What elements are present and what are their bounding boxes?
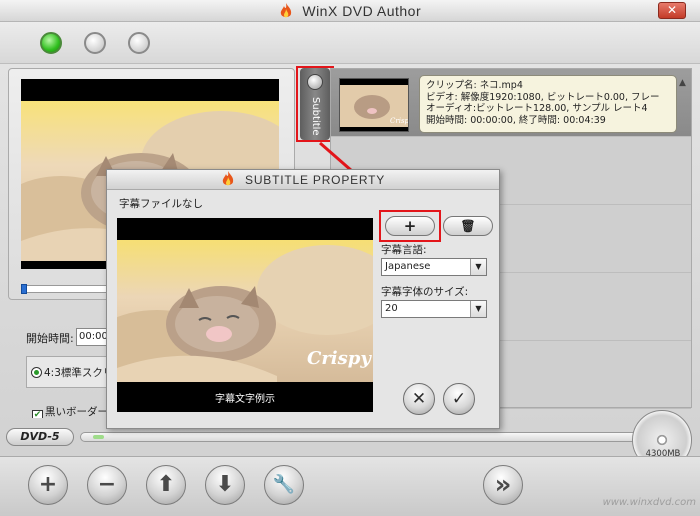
remove-clip-button[interactable]: − — [87, 465, 127, 505]
clip-row[interactable]: Crispy クリップ名: ネコ.mp4 ビデオ: 解像度1920:1080, … — [331, 69, 691, 137]
app-title: WinX DVD Author — [302, 3, 422, 19]
clip-info-line: オーディオ:ビットレート128.00, サンプル レート4 — [426, 103, 648, 114]
chevron-down-icon[interactable]: ▼ — [470, 301, 486, 317]
black-border-checkbox[interactable]: ✔ — [32, 410, 43, 418]
aspect-ratio-group: 4:3標準スクリ — [26, 356, 116, 388]
clip-info-line: クリップ名: ネコ.mp4 — [426, 80, 523, 91]
clip-info-box: クリップ名: ネコ.mp4 ビデオ: 解像度1920:1080, ビットレート0… — [419, 75, 677, 133]
bottom-toolbar: + − ⬆ ⬇ 🔧 » www.winxdvd.com — [0, 456, 700, 516]
dialog-title: SUBTITLE PROPERTY — [245, 173, 386, 187]
toolbar — [0, 22, 700, 64]
start-time-row: 開始時間: 00:00: — [26, 328, 116, 346]
status-led-green[interactable] — [40, 32, 62, 54]
ok-button[interactable]: ✓ — [443, 383, 475, 415]
add-clip-button[interactable]: + — [28, 465, 68, 505]
clip-thumbnail: Crispy — [339, 78, 409, 132]
app-window: WinX DVD Author ✕ Subtitle Crisp クリップ名: … — [0, 0, 700, 516]
delete-subtitle-button[interactable]: 🗑 — [443, 216, 493, 236]
clip-thumb-text: Crispy — [390, 117, 409, 125]
font-size-value: 20 — [385, 303, 398, 314]
winx-flame-logo-icon — [222, 171, 234, 186]
subtitle-property-dialog: SUBTITLE PROPERTY 字幕ファイルなし Crispy 字幕文字例示… — [106, 169, 500, 429]
highlight-subtitle-tab — [296, 66, 334, 142]
preview-overlay-text: Crispy — [307, 348, 372, 369]
subtitle-language-select[interactable]: Japanese ▼ — [381, 258, 487, 276]
status-led-2[interactable] — [84, 32, 106, 54]
subtitle-language-value: Japanese — [385, 261, 431, 272]
settings-wrench-button[interactable]: 🔧 — [264, 465, 304, 505]
cancel-button[interactable]: ✕ — [403, 383, 435, 415]
scroll-up-icon[interactable]: ▲ — [679, 78, 689, 88]
dialog-title-bar: SUBTITLE PROPERTY — [107, 170, 499, 190]
subtitle-preview: Crispy 字幕文字例示 — [117, 218, 373, 412]
status-led-3[interactable] — [128, 32, 150, 54]
close-window-button[interactable]: ✕ — [658, 2, 686, 19]
aspect-4-3-label: 4:3標準スクリ — [44, 367, 114, 379]
highlight-add-button — [379, 210, 441, 242]
kitten-preview-frame: Crispy — [117, 240, 373, 382]
capacity-track — [80, 432, 640, 442]
chevron-down-icon[interactable]: ▼ — [470, 259, 486, 275]
seek-knob[interactable] — [21, 284, 27, 294]
font-size-label: 字幕字体のサイズ: — [381, 286, 469, 298]
start-time-label: 開始時間: — [26, 332, 74, 345]
clip-info-line: ビデオ: 解像度1920:1080, ビットレート0.00, フレー — [426, 91, 660, 103]
aspect-4-3-radio[interactable] — [31, 367, 42, 378]
black-border-label: 黒いボーダー — [45, 406, 108, 418]
black-border-row: ✔ 黒いボーダー — [32, 404, 112, 418]
subtitle-language-label: 字幕言語: — [381, 244, 427, 256]
capacity-fill — [93, 435, 104, 439]
title-bar: WinX DVD Author ✕ — [0, 0, 700, 22]
dvd-type-selector[interactable]: DVD-5 — [6, 428, 74, 446]
font-size-select[interactable]: 20 ▼ — [381, 300, 487, 318]
move-down-button[interactable]: ⬇ — [205, 465, 245, 505]
winx-flame-logo-icon — [280, 3, 292, 18]
clip-info-line: 開始時間: 00:00:00, 終了時間: 00:04:39 — [426, 114, 606, 126]
website-watermark: www.winxdvd.com — [602, 497, 696, 508]
no-subtitle-file-label: 字幕ファイルなし — [119, 198, 203, 210]
move-up-button[interactable]: ⬆ — [146, 465, 186, 505]
next-step-button[interactable]: » — [483, 465, 523, 505]
preview-caption: 字幕文字例示 — [215, 394, 275, 405]
